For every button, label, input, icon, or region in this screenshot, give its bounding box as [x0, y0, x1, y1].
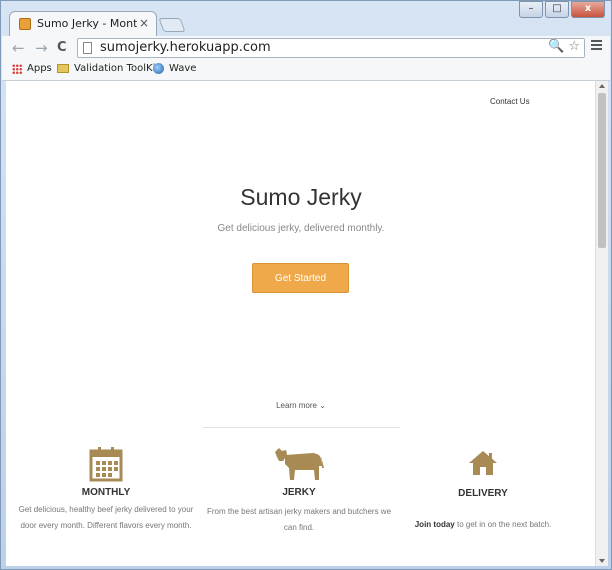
- window-controls: – □ x: [517, 1, 605, 18]
- bookmark-wave[interactable]: Wave: [153, 63, 196, 74]
- browser-window: Sumo Jerky - Monthly Jerk × – □ x ← → C …: [0, 0, 612, 570]
- scrollbar-thumb[interactable]: [598, 93, 606, 248]
- close-window-button[interactable]: x: [571, 1, 605, 18]
- learn-more-link[interactable]: Learn more ⌄: [6, 401, 596, 410]
- calendar-icon: [89, 447, 123, 482]
- page-scrollbar[interactable]: [595, 81, 608, 566]
- bookmark-label: Validation ToolKit: [74, 63, 160, 74]
- tab-title: Sumo Jerky - Monthly Jerk: [37, 17, 137, 30]
- feature-jerky: JERKY From the best artisan jerky makers…: [204, 446, 394, 536]
- search-star-icon[interactable]: 🔍 ☆: [548, 39, 580, 54]
- join-today-link[interactable]: Join today: [415, 520, 455, 529]
- feature-title: DELIVERY: [458, 488, 508, 499]
- bookmark-label: Apps: [27, 63, 52, 74]
- get-started-button[interactable]: Get Started: [252, 263, 349, 293]
- hero-subtitle: Get delicious jerky, delivered monthly.: [217, 223, 385, 234]
- scroll-down-icon[interactable]: [599, 559, 605, 563]
- cow-icon: [275, 448, 324, 480]
- feature-monthly: MONTHLY Get delicious, healthy beef jerk…: [11, 446, 201, 534]
- feature-text: From the best artisan jerky makers and b…: [206, 507, 392, 532]
- section-divider: [203, 427, 400, 428]
- back-button[interactable]: ←: [12, 39, 25, 57]
- address-bar[interactable]: sumojerky.herokuapp.com 🔍 ☆: [77, 38, 585, 58]
- page-title: Sumo Jerky: [240, 184, 362, 210]
- feature-title: MONTHLY: [81, 487, 131, 498]
- feature-text: Join today to get in on the next batch.: [388, 517, 578, 533]
- folder-icon: [57, 64, 69, 73]
- contact-us-link[interactable]: Contact Us: [490, 97, 530, 106]
- browser-toolbar: ← → C sumojerky.herokuapp.com 🔍 ☆: [2, 36, 610, 60]
- feature-text-rest: to get in on the next batch.: [454, 520, 552, 529]
- apps-grid-icon: [12, 63, 22, 74]
- page-icon: [83, 42, 92, 54]
- new-tab-button[interactable]: [158, 18, 186, 32]
- url-text[interactable]: sumojerky.herokuapp.com: [100, 40, 271, 55]
- maximize-button[interactable]: □: [545, 1, 569, 18]
- menu-icon[interactable]: [591, 40, 602, 52]
- page-viewport: Contact Us Sumo Jerky Get delicious jerk…: [6, 81, 608, 566]
- house-icon: [469, 451, 497, 475]
- browser-tab[interactable]: Sumo Jerky - Monthly Jerk ×: [9, 11, 157, 37]
- site-favicon-icon: [19, 18, 31, 30]
- feature-text: Get delicious, healthy beef jerky delive…: [18, 505, 194, 530]
- tab-close-icon[interactable]: ×: [139, 16, 149, 30]
- minimize-button[interactable]: –: [519, 1, 543, 18]
- feature-delivery: DELIVERY Join today to get in on the nex…: [388, 449, 578, 533]
- scroll-up-icon[interactable]: [599, 84, 605, 88]
- bookmark-validation-toolkit[interactable]: Validation ToolKit: [57, 63, 159, 74]
- bookmarks-bar: Apps Validation ToolKit Wave: [2, 60, 610, 81]
- bookmark-label: Wave: [169, 63, 197, 74]
- reload-button[interactable]: C: [57, 40, 67, 55]
- wave-icon: [153, 63, 164, 74]
- feature-title: JERKY: [282, 487, 316, 498]
- forward-button[interactable]: →: [35, 39, 48, 57]
- bookmark-apps[interactable]: Apps: [12, 63, 52, 74]
